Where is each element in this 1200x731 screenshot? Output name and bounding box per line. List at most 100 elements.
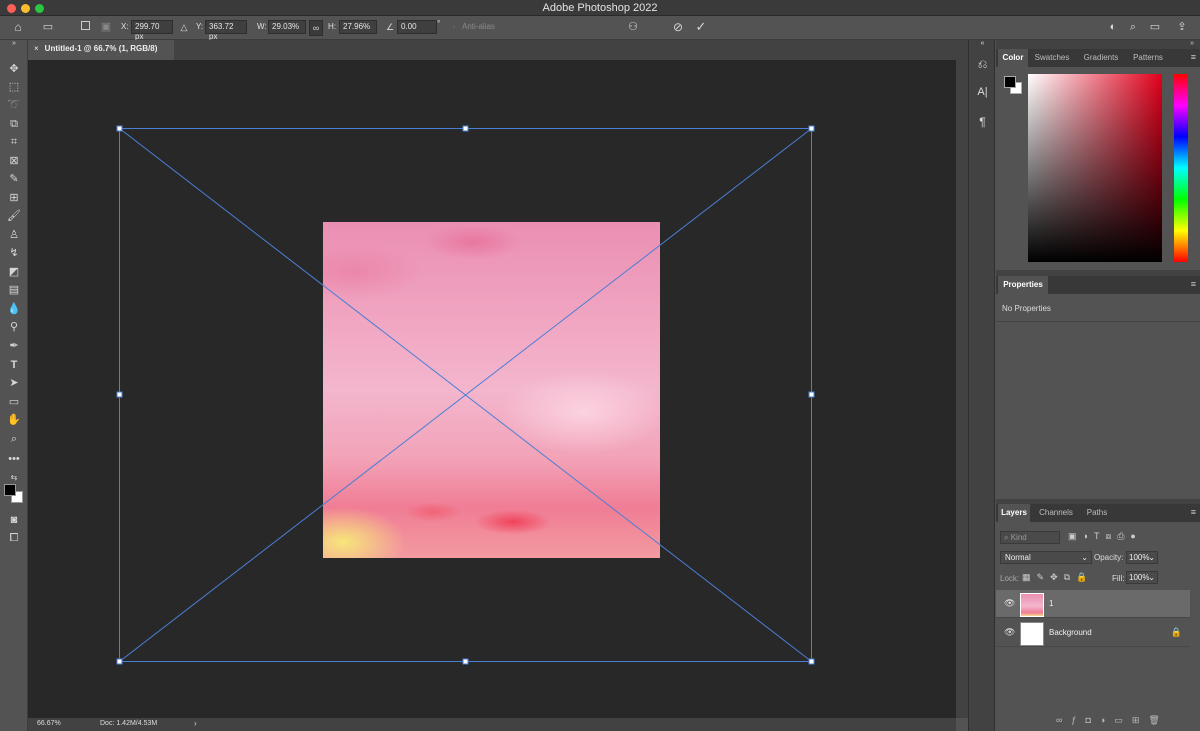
clone-stamp-tool-icon[interactable]: ♙ (5, 227, 23, 243)
share-document-icon[interactable]: ⇪ (1172, 20, 1192, 34)
reference-point-icon[interactable]: ▭ (40, 20, 56, 34)
visibility-eye-icon[interactable]: 👁 (1004, 627, 1015, 638)
rectangle-tool-icon[interactable]: ▭ (5, 394, 23, 410)
link-layers-icon[interactable]: ∞ (1056, 715, 1071, 725)
add-mask-icon[interactable]: ◘ (1085, 715, 1099, 725)
collapse-tools-icon[interactable]: » (5, 40, 23, 48)
handle-top-left[interactable] (116, 125, 123, 132)
character-panel-icon[interactable]: A| (969, 86, 996, 98)
marquee-tool-icon[interactable]: ⬚ (5, 79, 23, 95)
layer-row-background[interactable]: 👁 Background 🔒 (996, 619, 1190, 647)
lock-position-icon[interactable]: ✥ (1050, 572, 1064, 582)
history-panel-icon[interactable]: ⎌ (969, 57, 996, 72)
share-icon[interactable]: ◐ (1106, 20, 1120, 34)
history-brush-tool-icon[interactable]: ↯ (5, 245, 23, 261)
tab-color[interactable]: Color (998, 49, 1028, 67)
handle-top-right[interactable] (808, 125, 815, 132)
close-tab-icon[interactable]: × (34, 44, 39, 53)
edit-toolbar-icon[interactable]: ••• (5, 451, 23, 467)
status-menu-arrow[interactable]: › (194, 719, 197, 728)
tab-gradients[interactable]: Gradients (1076, 49, 1126, 67)
eyedropper-tool-icon[interactable]: ✎ (5, 171, 23, 187)
handle-middle-left[interactable] (116, 391, 123, 398)
eraser-tool-icon[interactable]: ◩ (5, 264, 23, 280)
color-panel-foreground-swatch[interactable] (1004, 76, 1016, 88)
dodge-tool-icon[interactable]: ⚲ (5, 319, 23, 335)
filter-smart-object-icon[interactable]: ⎙ (1117, 531, 1130, 541)
handle-middle-right[interactable] (808, 391, 815, 398)
object-selection-tool-icon[interactable]: ⧉ (5, 116, 23, 132)
relative-position-icon[interactable]: ▣ (99, 20, 113, 34)
crop-tool-icon[interactable]: ⌗ (5, 134, 23, 150)
delta-icon[interactable]: △ (178, 20, 190, 34)
lock-pixels-icon[interactable]: ✎ (1037, 572, 1051, 582)
filter-adjustment-icon[interactable]: ◑ (1083, 531, 1094, 541)
layer-style-icon[interactable]: ƒ (1071, 715, 1085, 725)
handle-bottom-left[interactable] (116, 658, 123, 665)
zoom-level[interactable]: 66.67% (37, 720, 61, 727)
cancel-transform-icon[interactable]: ⊘ (671, 20, 685, 34)
filter-toggle-icon[interactable]: ● (1130, 531, 1141, 541)
x-field[interactable]: 299.70 px (131, 20, 173, 41)
layer-name[interactable]: Background (1049, 628, 1092, 637)
screen-mode-icon[interactable]: ⧠ (5, 530, 23, 546)
search-icon[interactable]: ⌕ (1126, 20, 1140, 34)
workspace-icon[interactable]: ▭ (1148, 20, 1162, 34)
tab-properties[interactable]: Properties (998, 276, 1048, 294)
tab-patterns[interactable]: Patterns (1128, 49, 1168, 67)
document-tab[interactable]: × Untitled-1 @ 66.7% (1, RGB/8) (28, 40, 174, 60)
antialias-checkbox[interactable]: ◦ (449, 20, 459, 34)
healing-brush-tool-icon[interactable]: ⊞ (5, 190, 23, 206)
collapse-dock-icon[interactable]: » (1190, 40, 1194, 47)
hue-slider[interactable] (1174, 74, 1188, 262)
home-icon[interactable]: ⌂ (10, 20, 26, 34)
lock-transparency-icon[interactable]: ▦ (1022, 572, 1037, 582)
warp-icon[interactable]: ⚇ (626, 20, 640, 34)
blur-tool-icon[interactable]: 💧 (5, 301, 23, 317)
layer-name[interactable]: 1 (1049, 599, 1053, 608)
tab-swatches[interactable]: Swatches (1030, 49, 1074, 67)
canvas-area[interactable] (28, 60, 956, 718)
quick-mask-icon[interactable]: ◙ (5, 512, 23, 528)
reference-grid-icon[interactable] (78, 20, 92, 34)
foreground-color-swatch[interactable] (4, 484, 16, 496)
lock-icon[interactable]: 🔒 (1171, 627, 1182, 638)
handle-bottom-right[interactable] (808, 658, 815, 665)
tab-channels[interactable]: Channels (1034, 504, 1078, 522)
angle-field[interactable]: 0.00 (397, 20, 437, 34)
lock-all-icon[interactable]: 🔒 (1076, 572, 1093, 582)
filter-shape-icon[interactable]: ⧈ (1105, 531, 1117, 541)
zoom-tool-icon[interactable]: ⌕ (5, 431, 23, 447)
properties-panel-menu-icon[interactable]: ≡ (1191, 279, 1196, 289)
frame-tool-icon[interactable]: ⊠ (5, 153, 23, 169)
opacity-field[interactable]: 100% ⌄ (1126, 551, 1158, 564)
brush-tool-icon[interactable]: 🖌 (5, 208, 23, 224)
gradient-tool-icon[interactable]: ▤ (5, 282, 23, 298)
path-selection-tool-icon[interactable]: ➤ (5, 375, 23, 391)
new-layer-icon[interactable]: ⊞ (1132, 715, 1149, 725)
lock-artboard-icon[interactable]: ⧉ (1064, 572, 1076, 582)
move-tool-icon[interactable]: ✥ (5, 61, 23, 77)
delete-layer-icon[interactable]: 🗑 (1148, 715, 1168, 725)
visibility-eye-icon[interactable]: 👁 (1004, 598, 1015, 609)
filter-type-icon[interactable]: T (1094, 531, 1106, 541)
handle-bottom-center[interactable] (462, 658, 469, 665)
layer-row-1[interactable]: 👁 1 (996, 590, 1190, 618)
filter-pixel-icon[interactable]: ▣ (1068, 531, 1083, 541)
handle-top-center[interactable] (462, 125, 469, 132)
link-icon[interactable]: ∞ (309, 20, 323, 36)
commit-transform-icon[interactable]: ✓ (694, 20, 708, 34)
type-tool-icon[interactable]: T (5, 357, 23, 373)
new-group-icon[interactable]: ▭ (1114, 715, 1132, 725)
collapse-panels-icon[interactable]: « (969, 40, 996, 47)
tab-layers[interactable]: Layers (998, 504, 1030, 522)
tab-paths[interactable]: Paths (1080, 504, 1114, 522)
color-panel-menu-icon[interactable]: ≡ (1191, 52, 1196, 62)
y-field[interactable]: 363.72 px (205, 20, 247, 41)
lasso-tool-icon[interactable]: ➰ (5, 97, 23, 113)
pen-tool-icon[interactable]: ✒ (5, 338, 23, 354)
adjustment-layer-icon[interactable]: ◑ (1100, 715, 1114, 725)
layer-filter-select[interactable]: ⌕ Kind (1000, 531, 1060, 544)
layers-panel-menu-icon[interactable]: ≡ (1191, 507, 1196, 517)
paragraph-panel-icon[interactable]: ¶ (969, 115, 996, 129)
